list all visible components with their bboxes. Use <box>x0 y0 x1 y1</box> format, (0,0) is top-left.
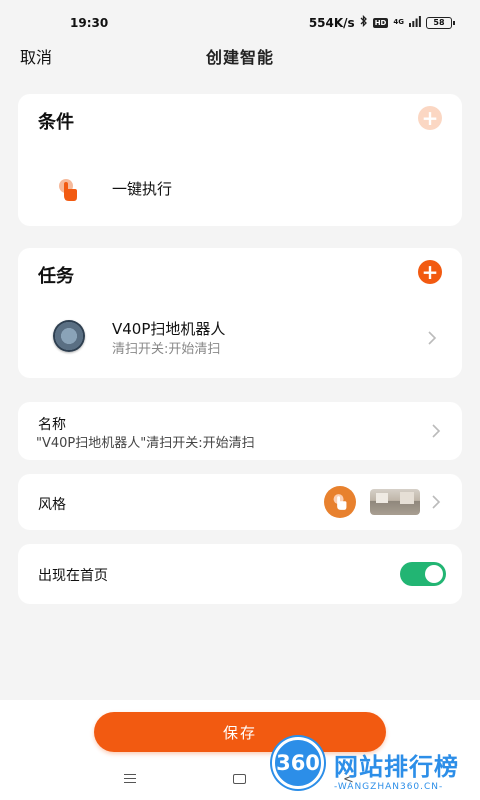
save-button[interactable]: 保存 <box>94 712 386 752</box>
chevron-right-icon <box>426 330 438 346</box>
condition-label: 一键执行 <box>112 180 173 198</box>
style-hand-icon <box>324 486 356 518</box>
style-background-thumbnail <box>370 489 420 515</box>
status-time: 19:30 <box>70 16 109 30</box>
status-bar: 19:30 554K/s HD 4G 58 <box>0 0 480 40</box>
signal-label: 4G <box>393 18 404 26</box>
status-indicators: 554K/s HD 4G 58 <box>308 14 455 30</box>
tasks-card: 任务 + V40P扫地机器人 清扫开关:开始清扫 <box>18 248 462 378</box>
name-value: "V40P扫地机器人"清扫开关:开始清扫 <box>36 436 255 451</box>
task-action: 清扫开关:开始清扫 <box>112 342 221 357</box>
nav-menu-icon[interactable] <box>124 774 136 783</box>
style-row[interactable]: 风格 <box>18 474 462 530</box>
battery-icon: 58 <box>426 16 455 29</box>
robot-vacuum-icon <box>53 320 85 352</box>
tasks-title: 任务 <box>38 266 74 287</box>
tap-hand-icon <box>54 176 82 204</box>
conditions-card: 条件 + 一键执行 <box>18 94 462 226</box>
chevron-right-icon <box>430 494 442 510</box>
header: 取消 创建智能 <box>0 40 480 70</box>
signal-icon <box>409 15 421 30</box>
watermark-subtext: -WANGZHAN360.CN- <box>334 782 444 792</box>
name-label: 名称 <box>38 417 66 433</box>
show-on-home-label: 出现在首页 <box>38 568 108 584</box>
style-label: 风格 <box>38 497 66 513</box>
network-speed: 554K/s <box>308 15 355 30</box>
name-row[interactable]: 名称 "V40P扫地机器人"清扫开关:开始清扫 <box>18 402 462 460</box>
conditions-title: 条件 <box>38 112 74 133</box>
watermark-text: 网站排行榜 <box>334 753 459 781</box>
chevron-right-icon <box>430 423 442 439</box>
task-device-name: V40P扫地机器人 <box>112 320 226 338</box>
page-title: 创建智能 <box>205 48 274 67</box>
show-on-home-row: 出现在首页 <box>18 544 462 604</box>
bluetooth-icon <box>360 14 368 30</box>
toggle-knob <box>425 565 443 583</box>
nav-home-icon[interactable] <box>233 774 246 784</box>
hd-badge: HD <box>372 17 389 28</box>
show-on-home-toggle[interactable] <box>400 562 446 586</box>
add-task-button[interactable]: + <box>418 260 442 284</box>
watermark-logo: 360 <box>272 737 324 789</box>
add-condition-button[interactable]: + <box>418 106 442 130</box>
